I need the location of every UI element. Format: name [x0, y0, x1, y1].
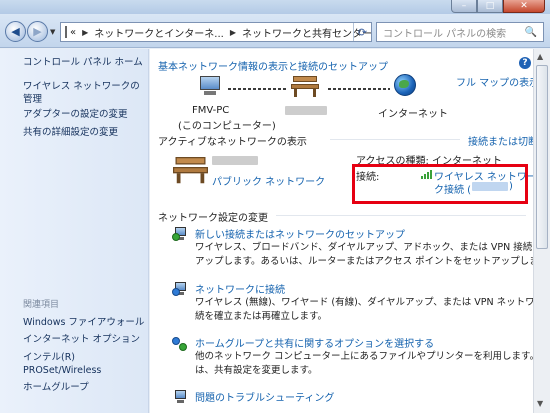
active-networks-title: アクティブなネットワークの表示: [158, 137, 307, 148]
basic-info-title: 基本ネットワーク情報の表示と接続のセットアップ: [158, 62, 388, 73]
connect-network-icon: [172, 281, 188, 297]
connect-network-link[interactable]: ネットワークに接続: [195, 281, 285, 296]
close-button[interactable]: ✕: [503, 0, 545, 13]
vertical-scrollbar[interactable]: ▲ ▼: [533, 49, 550, 413]
navigation-bar: ◀ ▶ ▼ « ▶ ネットワークとインターネ... ▶ ネットワークと共有センタ…: [0, 14, 550, 48]
sidebar-item-proset-wireless[interactable]: インテル(R) PROSet/Wireless: [23, 351, 133, 377]
sidebar-item-adapter-settings[interactable]: アダプターの設定の変更: [23, 108, 128, 121]
divider: [276, 215, 526, 216]
caption-buttons: – □ ✕: [451, 0, 545, 14]
help-icon[interactable]: ?: [519, 57, 531, 69]
computer-icon: [198, 76, 222, 96]
forward-button[interactable]: ▶: [27, 21, 48, 42]
redacted-network-name: [212, 156, 258, 165]
sidebar-item-firewall[interactable]: Windows ファイアウォール: [23, 316, 144, 329]
network-bench-icon: [291, 76, 319, 98]
troubleshoot-link[interactable]: 問題のトラブルシューティング: [195, 389, 334, 404]
main-content: ? 基本ネットワーク情報の表示と接続のセットアップ フル マップの表示 FMV-…: [150, 49, 550, 413]
search-placeholder: コントロール パネルの検索: [383, 28, 507, 40]
scroll-up-icon[interactable]: ▲: [537, 52, 543, 61]
sidebar-item-homegroup[interactable]: ホームグループ: [23, 381, 89, 394]
new-connection-desc-line1: ワイヤレス、ブロードバンド、ダイヤルアップ、アドホック、または VPN 接続をセ…: [195, 242, 550, 253]
homegroup-desc-line2: は、共有設定を変更します。: [195, 365, 318, 376]
full-map-link[interactable]: フル マップの表示: [456, 74, 539, 89]
internet-globe-icon[interactable]: [394, 74, 416, 96]
control-panel-icon: [65, 26, 67, 38]
breadcrumb-separator-icon[interactable]: ▶: [230, 28, 236, 37]
new-connection-icon: [172, 226, 188, 242]
new-connection-desc-line2: アップします。あるいは、ルーターまたはアクセス ポイントをセットアップします。: [195, 256, 550, 267]
redacted-network-name: [285, 106, 327, 115]
connection-line: [328, 88, 390, 90]
sidebar-item-control-panel-home[interactable]: コントロール パネル ホーム: [23, 56, 143, 69]
sidebar-item-manage-wireless[interactable]: ワイヤレス ネットワークの管理: [23, 80, 143, 106]
homegroup-options-link[interactable]: ホームグループと共有に関するオプションを選択する: [195, 335, 434, 350]
connect-network-desc-line1: ワイヤレス (無線)、ワイヤード (有線)、ダイヤルアップ、または VPN ネッ…: [195, 297, 550, 308]
sidebar: コントロール パネル ホーム ワイヤレス ネットワークの管理 アダプターの設定の…: [0, 49, 149, 413]
sidebar-item-advanced-sharing[interactable]: 共有の詳細設定の変更: [23, 126, 118, 139]
sidebar-item-internet-options[interactable]: インターネット オプション: [23, 333, 140, 346]
change-settings-title: ネットワーク設定の変更: [158, 213, 268, 224]
internet-label: インターネット: [378, 109, 448, 120]
scroll-down-icon[interactable]: ▼: [537, 399, 543, 408]
connection-highlight-box: [352, 164, 528, 204]
connection-line: [228, 88, 286, 90]
pc-subtitle: (このコンピューター): [178, 121, 276, 132]
search-input[interactable]: コントロール パネルの検索 🔍: [376, 22, 544, 42]
public-network-link[interactable]: パブリック ネットワーク: [212, 173, 325, 188]
address-bar[interactable]: « ▶ ネットワークとインターネ... ▶ ネットワークと共有センター ▼ ⟳: [60, 22, 372, 42]
homegroup-icon: [172, 335, 188, 351]
search-icon[interactable]: 🔍: [525, 27, 537, 38]
new-connection-link[interactable]: 新しい接続またはネットワークのセットアップ: [195, 226, 405, 241]
homegroup-desc-line1: 他のネットワーク コンピューター上にあるファイルやプリンターを利用します。また: [195, 351, 550, 362]
connect-disconnect-link[interactable]: 接続または切断: [468, 133, 538, 148]
recent-pages-dropdown-icon[interactable]: ▼: [50, 28, 55, 36]
minimize-button[interactable]: –: [451, 0, 477, 13]
public-network-bench-icon: [173, 157, 208, 185]
title-bar: – □ ✕: [0, 0, 550, 14]
back-button[interactable]: ◀: [5, 21, 26, 42]
breadcrumb-overflow[interactable]: «: [70, 27, 76, 38]
divider: [330, 139, 460, 140]
breadcrumb-network-internet[interactable]: ネットワークとインターネ...: [94, 25, 224, 40]
refresh-button[interactable]: ⟳: [353, 23, 371, 41]
connect-network-desc-line2: 続を確立または再確立します。: [195, 311, 328, 322]
pc-name: FMV-PC: [192, 105, 230, 116]
scroll-thumb[interactable]: [536, 65, 548, 249]
related-heading: 関連項目: [23, 300, 60, 310]
troubleshoot-icon: [172, 389, 188, 405]
maximize-button[interactable]: □: [477, 0, 503, 13]
breadcrumb-separator-icon[interactable]: ▶: [82, 28, 88, 37]
